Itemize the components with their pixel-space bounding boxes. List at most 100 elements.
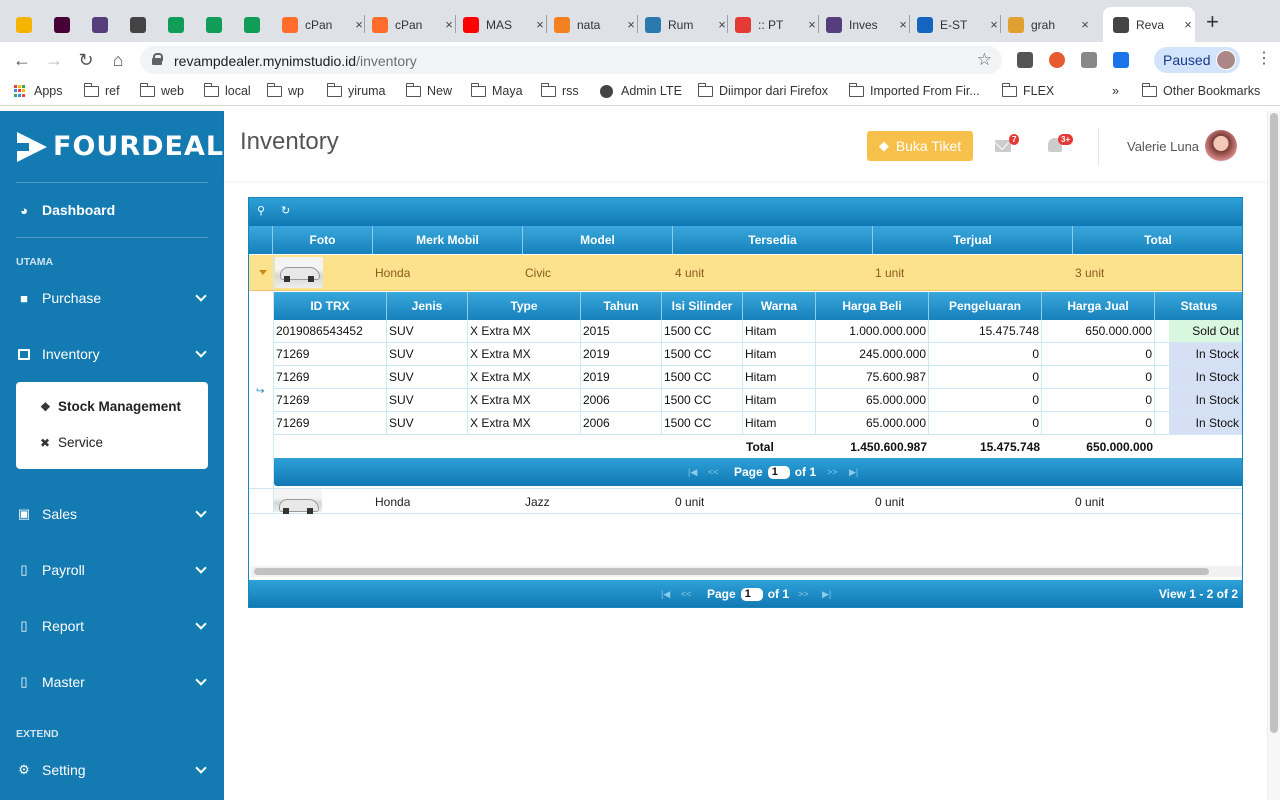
browser-tab[interactable] [240, 7, 268, 42]
column-header[interactable]: Model [523, 226, 673, 254]
search-icon[interactable]: ⚲ [257, 206, 265, 217]
close-tab-icon[interactable]: × [1181, 17, 1195, 32]
browser-tab[interactable] [88, 7, 116, 42]
browser-tab[interactable]: cPan × [368, 7, 456, 42]
download-icon[interactable] [1113, 52, 1129, 68]
table-row[interactable]: Honda Jazz 0 unit 0 unit 0 unit [249, 488, 1242, 514]
buka-tiket-button[interactable]: ◆ Buka Tiket [867, 131, 973, 161]
subgrid-column-header[interactable]: Harga Jual [1042, 292, 1155, 320]
bookmark-item[interactable]: Imported From Fir... [848, 82, 980, 98]
table-row[interactable]: Honda Civic 4 unit 1 unit 3 unit [249, 255, 1242, 291]
close-tab-icon[interactable]: × [442, 17, 456, 32]
extension-icon[interactable] [1017, 52, 1033, 68]
submenu-item-stock-management[interactable]: ❖ Stock Management [40, 399, 181, 414]
browser-tab[interactable] [126, 7, 154, 42]
close-tab-icon[interactable]: × [1078, 17, 1092, 32]
page-input[interactable]: 1 [740, 587, 763, 601]
subgrid-row[interactable]: 2019086543452 SUV X Extra MX 2015 1500 CC Hit… [274, 320, 1242, 343]
bookmark-item[interactable]: wp [266, 82, 304, 98]
last-page-icon[interactable]: ▶| [822, 589, 831, 600]
sidebar-item-sales[interactable]: ▣ Sales [16, 499, 208, 529]
devtools-extension-icon[interactable] [1081, 52, 1097, 68]
column-header[interactable]: Foto [273, 226, 373, 254]
subgrid-column-header[interactable]: Status [1155, 292, 1242, 320]
forward-icon[interactable]: → [44, 51, 64, 71]
scrollbar-thumb[interactable] [1270, 113, 1278, 733]
sidebar-item-setting[interactable]: ⚙ Setting [16, 755, 208, 785]
browser-tab[interactable]: grah × [1004, 7, 1092, 42]
subgrid-column-header[interactable]: Harga Beli [816, 292, 929, 320]
other-bookmarks[interactable]: Other Bookmarks [1141, 82, 1260, 98]
browser-tab[interactable]: Rum × [641, 7, 729, 42]
browser-tab[interactable]: Reva × [1103, 7, 1195, 42]
page-input[interactable]: 1 [767, 465, 790, 479]
browser-tab[interactable]: nata × [550, 7, 638, 42]
sidebar-item-dashboard[interactable]: ◕ Dashboard [16, 195, 208, 225]
subgrid-column-header[interactable]: Warna [743, 292, 816, 320]
browser-tab[interactable]: MAS × [459, 7, 547, 42]
prev-page-icon[interactable]: << [681, 589, 692, 599]
profile-paused-button[interactable]: Paused [1154, 47, 1240, 73]
column-header[interactable]: Terjual [873, 226, 1073, 254]
browser-tab[interactable] [50, 7, 78, 42]
bookmark-star-icon[interactable]: ☆ [977, 50, 992, 70]
bookmark-item[interactable]: Apps [14, 84, 63, 98]
bookmark-item[interactable]: yiruma [326, 82, 386, 98]
bookmark-item[interactable]: Diimpor dari Firefox [697, 82, 828, 98]
column-header[interactable]: Total [1073, 226, 1242, 254]
close-tab-icon[interactable]: × [896, 17, 910, 32]
browser-tab[interactable] [12, 7, 40, 42]
first-page-icon[interactable]: |◀ [661, 589, 670, 600]
browser-tab[interactable]: E-ST × [913, 7, 1001, 42]
bookmark-item[interactable]: web [139, 82, 184, 98]
sidebar-item-inventory[interactable]: Inventory [16, 339, 208, 369]
last-page-icon[interactable]: ▶| [849, 467, 858, 478]
user-name[interactable]: Valerie Luna [1127, 139, 1199, 154]
close-tab-icon[interactable]: × [624, 17, 638, 32]
expand-arrow-icon[interactable] [259, 270, 267, 275]
prev-page-icon[interactable]: << [708, 467, 719, 477]
home-icon[interactable]: ⌂ [108, 51, 128, 71]
browser-menu-icon[interactable]: ⋮ [1256, 51, 1272, 67]
new-tab-button[interactable]: + [1206, 11, 1219, 33]
bookmark-item[interactable]: local [203, 82, 251, 98]
browser-tab[interactable]: Inves × [822, 7, 910, 42]
browser-tab[interactable]: cPan × [278, 7, 366, 42]
next-page-icon[interactable]: >> [798, 589, 809, 599]
subgrid-column-header[interactable]: Isi Silinder [662, 292, 743, 320]
bookmark-item[interactable]: FLEX [1001, 82, 1054, 98]
sidebar-item-master[interactable]: ▯ Master [16, 667, 208, 697]
first-page-icon[interactable]: |◀ [688, 467, 697, 478]
horizontal-scrollbar[interactable] [251, 566, 1242, 577]
bookmark-item[interactable]: ref [83, 82, 120, 98]
bookmark-item[interactable]: Maya [470, 82, 523, 98]
browser-tab[interactable] [164, 7, 192, 42]
bookmark-item[interactable]: rss [540, 82, 579, 98]
browser-tab[interactable] [202, 7, 230, 42]
subgrid-column-header[interactable]: Pengeluaran [929, 292, 1042, 320]
extension-icon[interactable] [1049, 52, 1065, 68]
subgrid-row[interactable]: 71269 SUV X Extra MX 2006 1500 CC Hitam 65.000… [274, 412, 1242, 435]
subgrid-row[interactable]: 71269 SUV X Extra MX 2019 1500 CC Hitam 75.600… [274, 366, 1242, 389]
close-tab-icon[interactable]: × [533, 17, 547, 32]
close-tab-icon[interactable]: × [805, 17, 819, 32]
browser-tab[interactable]: :: PT × [731, 7, 819, 42]
user-avatar[interactable] [1205, 130, 1237, 162]
subgrid-column-header[interactable]: Tahun [581, 292, 662, 320]
subgrid-column-header[interactable]: Jenis [387, 292, 468, 320]
scrollbar-thumb[interactable] [254, 568, 1209, 575]
next-page-icon[interactable]: >> [827, 467, 838, 477]
refresh-icon[interactable]: ↻ [281, 206, 290, 217]
bookmark-item[interactable]: New [405, 82, 452, 98]
page-scrollbar[interactable] [1267, 111, 1280, 800]
sidebar-item-report[interactable]: ▯ Report [16, 611, 208, 641]
subgrid-row[interactable]: 71269 SUV X Extra MX 2006 1500 CC Hitam 65.000… [274, 389, 1242, 412]
column-header[interactable]: Tersedia [673, 226, 873, 254]
column-header[interactable]: Merk Mobil [373, 226, 523, 254]
submenu-item-service[interactable]: ✖ Service [40, 435, 103, 450]
sidebar-item-purchase[interactable]: ■ Purchase [16, 283, 208, 313]
bookmarks-overflow-button[interactable]: » [1112, 84, 1119, 98]
reload-icon[interactable]: ↻ [76, 51, 96, 71]
subgrid-row[interactable]: 71269 SUV X Extra MX 2019 1500 CC Hitam 245.00… [274, 343, 1242, 366]
subgrid-column-header[interactable]: Type [468, 292, 581, 320]
